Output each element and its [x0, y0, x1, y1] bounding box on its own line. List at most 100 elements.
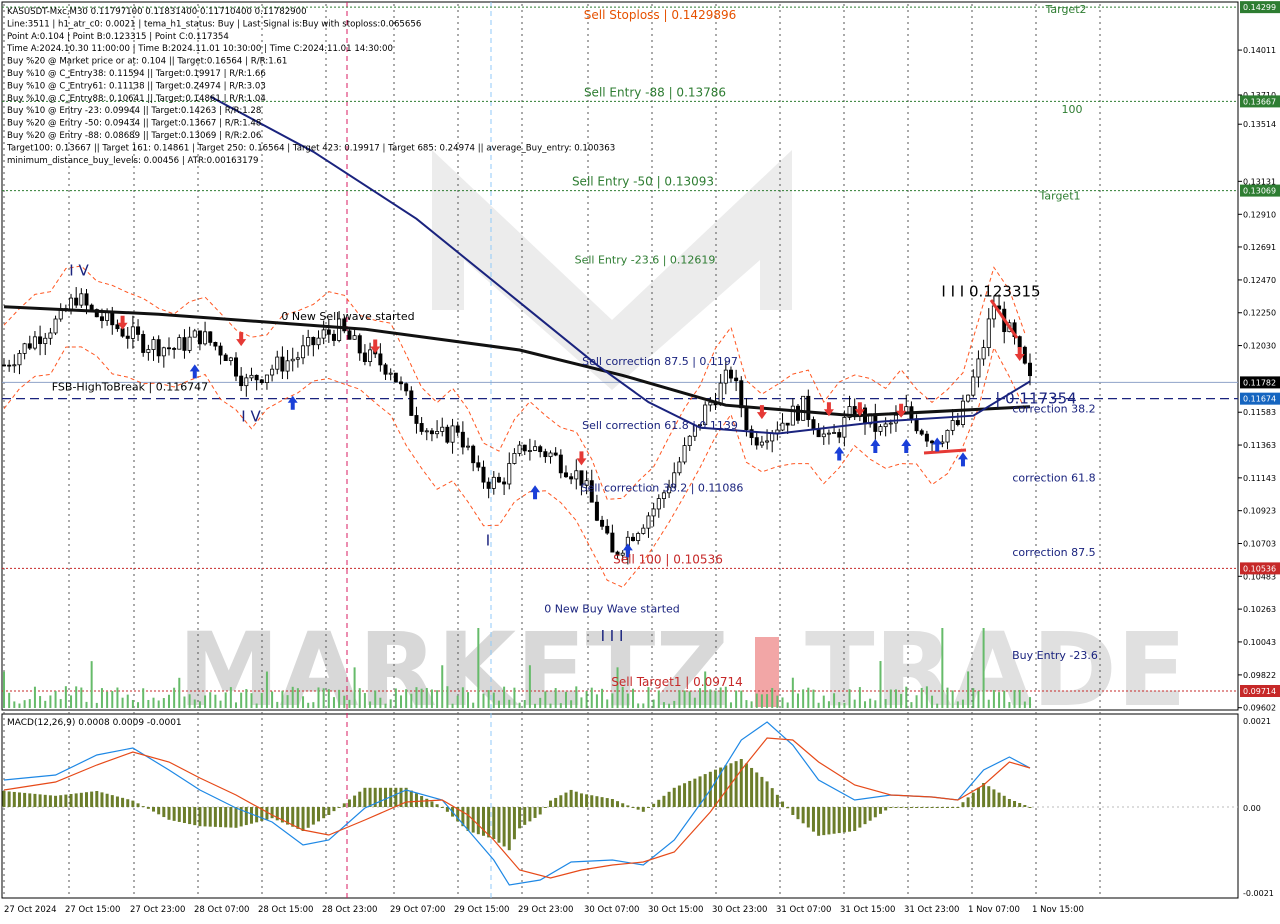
volume-bar [900, 693, 903, 708]
volume-bar [100, 688, 103, 708]
macd-histogram-bar [971, 792, 975, 807]
header-line: Buy %20 @ Market price or at: 0.104 || T… [7, 57, 287, 67]
volume-bar [874, 700, 877, 708]
volume-bar [3, 671, 5, 708]
volume-bar [235, 702, 238, 708]
macd-histogram-bar [915, 807, 919, 808]
volume-bar [415, 687, 418, 708]
candle-body [424, 430, 429, 433]
candle-body [486, 481, 491, 489]
candle-body [971, 376, 976, 396]
candle-body [986, 318, 991, 348]
macd-histogram-bar [574, 791, 578, 807]
candle-body [543, 451, 548, 458]
candle-body [481, 466, 486, 483]
volume-bar [389, 699, 392, 708]
macd-histogram-bar [652, 803, 656, 807]
volume-bar [173, 687, 176, 708]
macd-histogram-bar [951, 807, 955, 808]
volume-bar [982, 628, 985, 708]
volume-bar [291, 686, 294, 708]
volume-bar [523, 700, 526, 708]
candle-body [2, 364, 7, 367]
time-tick-label: 31 Oct 07:00 [776, 905, 831, 915]
macd-histogram-bar [786, 807, 790, 809]
candle-body [512, 453, 517, 464]
volume-bar [162, 698, 165, 708]
macd-title: MACD(12,26,9) 0.0008 0.0009 -0.0001 [7, 718, 182, 728]
macd-histogram-bar [946, 807, 950, 808]
volume-bar [405, 689, 408, 708]
volume-bar [570, 700, 573, 708]
macd-histogram-bar [909, 807, 913, 808]
macd-histogram-bar [476, 807, 480, 835]
volume-bar [167, 694, 170, 708]
candle-body [223, 354, 228, 362]
candle-body [166, 347, 171, 350]
candle-body [641, 527, 646, 534]
macd-histogram-bar [301, 807, 305, 831]
candle-body [141, 334, 146, 353]
macd-histogram-bar [863, 807, 867, 825]
volume-bar [549, 703, 552, 708]
volume-bar [64, 686, 67, 708]
price-badge-label: 0.14299 [1243, 3, 1276, 12]
volume-bar [384, 703, 387, 708]
volume-bar [611, 693, 614, 708]
macd-histogram-bar [110, 795, 114, 807]
volume-bar [178, 677, 181, 708]
candle-body [816, 428, 821, 438]
volume-bar [332, 697, 335, 708]
macd-histogram-bar [837, 807, 841, 834]
candle-body [728, 369, 733, 379]
candle-body [569, 476, 574, 480]
candle-body [378, 353, 383, 366]
volume-bar [683, 690, 686, 708]
macd-histogram-bar [641, 807, 645, 812]
candle-body [136, 326, 141, 335]
watermark: MARKETZ TRADE [178, 150, 1186, 730]
volume-bar [75, 686, 78, 708]
volume-bar [1013, 690, 1016, 708]
volume-bar [812, 689, 815, 708]
pattern-line-lower [923, 448, 967, 455]
volume-bar [472, 702, 475, 708]
chart-canvas[interactable]: MARKETZ TRADE Sell Stoploss | 0.1429896S… [0, 0, 1280, 920]
macd-histogram-bar [961, 802, 965, 807]
macd-histogram-bar [23, 792, 27, 807]
price-tick-label: 0.10703 [1243, 539, 1276, 548]
candle-body [1028, 362, 1033, 377]
volume-bar [807, 687, 810, 708]
candle-body [460, 431, 465, 448]
macd-histogram-bar [146, 807, 150, 809]
macd-histogram-bar [100, 792, 104, 807]
macd-histogram-bar [801, 807, 805, 824]
macd-histogram-bar [43, 794, 47, 807]
candle-body [888, 422, 893, 425]
header-line: Line:3511 | h1_atr_c0: 0.0021 | tema_h1_… [7, 19, 421, 29]
candle-body [744, 407, 749, 431]
time-tick-label: 30 Oct 15:00 [648, 905, 703, 915]
candle-body [1017, 336, 1022, 348]
volume-bar [111, 690, 114, 708]
level-label: Sell Target1 | 0.09714 [611, 675, 743, 689]
macd-histogram-bar [28, 793, 32, 807]
volume-bar [910, 702, 913, 708]
wave-mark: I I I [601, 627, 624, 645]
candle-body [981, 347, 986, 360]
macd-histogram-bar [889, 807, 893, 808]
volume-bar [296, 688, 299, 708]
volume-bar [188, 694, 191, 708]
macd-histogram-bar [95, 791, 99, 807]
candle-body [429, 430, 434, 435]
volume-bar [781, 697, 784, 708]
candle-body [280, 356, 285, 372]
macd-histogram-bar [17, 792, 21, 807]
volume-bar [894, 689, 897, 708]
volume-bar [796, 693, 799, 708]
candle-body [172, 348, 177, 350]
macd-histogram-bar [997, 792, 1001, 807]
macd-histogram-bar [157, 807, 161, 815]
annotation-label: 0 New Buy Wave started [544, 603, 680, 616]
candle-body [435, 431, 440, 435]
